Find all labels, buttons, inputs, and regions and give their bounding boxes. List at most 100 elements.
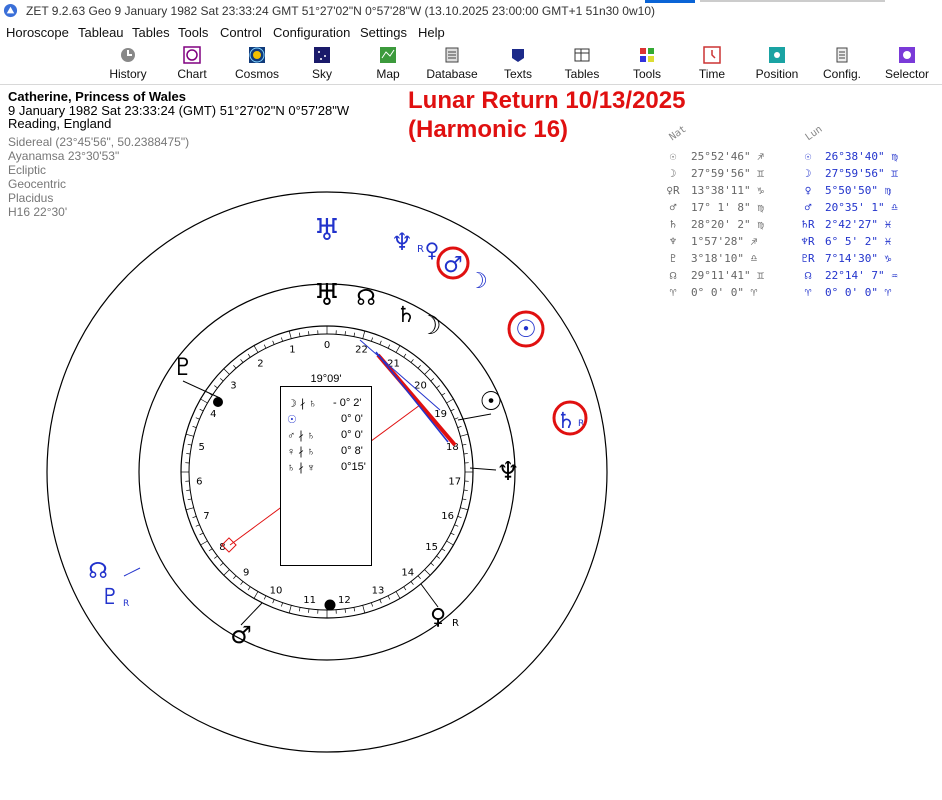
wheel-tick (272, 599, 275, 604)
wheel-tick (417, 575, 421, 579)
wheel-tick (223, 368, 230, 375)
wheel-tick (450, 408, 455, 412)
wheel-tick (308, 608, 310, 613)
wheel-number: 5 (198, 442, 204, 453)
wheel-tick (436, 385, 440, 389)
wheel-tick (199, 532, 204, 536)
wheel-tick (186, 453, 191, 455)
wheel-number: 10 (270, 585, 283, 596)
wheel-tick (395, 345, 401, 353)
ic-marker (324, 599, 336, 611)
wheel-number: 15 (425, 542, 438, 553)
wheel-tick (395, 591, 401, 599)
wheel-tick (192, 516, 197, 518)
wheel-tick (208, 548, 213, 552)
wheel-number: 20 (414, 381, 427, 392)
pluto-connector (182, 380, 221, 399)
venus-connector (420, 583, 439, 608)
wheel-tick (387, 595, 391, 600)
neptune-transit-glyph: ♆ (391, 228, 413, 256)
wheel-tick (223, 569, 230, 576)
aspect-row: ☉ 0° 0' (287, 413, 363, 426)
aspect-degree: 19°09' (310, 373, 342, 385)
aspect-line-blue-2 (359, 339, 441, 411)
wheel-tick (441, 548, 446, 552)
wheel-tick (263, 344, 267, 349)
wheel-tick (298, 332, 301, 337)
wheel-tick (403, 586, 407, 591)
uranus-transit-glyph: ♅ (314, 213, 341, 248)
wheel-tick (240, 359, 244, 363)
wheel-tick (214, 555, 218, 559)
wheel-number: 17 (448, 477, 461, 488)
wheel-tick (436, 555, 440, 559)
wheel-tick (362, 605, 366, 614)
wheel-tick (281, 337, 283, 342)
wheel-number: 4 (210, 409, 216, 420)
wheel-tick (353, 332, 356, 337)
chart-wheel[interactable]: 1234567891011 12131415161718192021220 ♅ ♅… (0, 0, 942, 800)
aspect-row: ♀ ∤ ♄ 0° 8' (287, 445, 363, 458)
pluto-transit-retro: R (123, 599, 129, 609)
wheel-tick (379, 599, 382, 604)
wheel-number: 0 (324, 340, 330, 351)
aspect-row: ♄ ∤ ♆ 0°15' (287, 461, 366, 474)
wheel-tick (187, 498, 192, 501)
wheel-tick (424, 368, 431, 375)
saturn-natal-glyph: ♄ (396, 303, 416, 328)
wheel-number: 2 (257, 359, 263, 370)
sun-transit-glyph: ☉ (515, 315, 537, 343)
moon-natal-glyph: ☽ (418, 311, 441, 341)
wheel-tick (441, 392, 446, 396)
wheel-tick (379, 340, 382, 345)
wheel-tick (353, 607, 356, 612)
neptune-natal-glyph: ♆ (496, 457, 519, 487)
wheel-tick (457, 426, 462, 428)
wheel-tick (308, 331, 310, 336)
wheel-number: 22 (355, 345, 368, 356)
wheel-tick (281, 602, 283, 607)
mars-natal-glyph: ♂ (230, 621, 252, 649)
wheel-tick (199, 408, 204, 412)
wheel-tick (200, 540, 208, 546)
wheel-number: 13 (372, 585, 385, 596)
wheel-number: 19 (434, 409, 447, 420)
venus-transit-glyph: ♀ (425, 238, 440, 262)
sun-natal-glyph: ☉ (479, 387, 502, 417)
wheel-tick (462, 498, 467, 501)
wheel-tick (462, 443, 467, 446)
wheel-tick (187, 443, 192, 446)
aspect-line-blue (375, 351, 449, 443)
moon-transit-glyph: ☽ (468, 269, 488, 294)
wheel-tick (233, 575, 237, 579)
wheel-tick (253, 591, 259, 599)
aspect-row: ♂ ∤ ♄ 0° 0' (287, 429, 363, 442)
wheel-tick (410, 581, 414, 585)
wheel-tick (460, 507, 469, 511)
wheel-tick (195, 417, 200, 420)
wheel-tick (371, 602, 373, 607)
pluto-transit-glyph: ♇ (100, 585, 120, 610)
sun-connector (457, 413, 492, 421)
wheel-number: 7 (203, 511, 209, 522)
wheel-tick (344, 331, 346, 336)
wheel-tick (253, 345, 259, 353)
wheel-number: 14 (401, 567, 414, 578)
wheel-tick (186, 489, 191, 491)
wheel-number: 12 (338, 595, 351, 606)
wheel-tick (446, 540, 454, 546)
wheel-tick (200, 398, 208, 404)
wheel-tick (272, 340, 275, 345)
wheel-tick (460, 433, 469, 437)
wheel-tick (417, 365, 421, 369)
wheel-tick (220, 562, 224, 566)
wheel-tick (214, 385, 218, 389)
wheel-tick (450, 532, 455, 536)
aspect-box: 19°09' ☽ ∤ ♄ - 0° 2' ☉ 0° 0' ♂ ∤ ♄ 0° 0'… (280, 373, 372, 566)
transit-node-connector (123, 567, 141, 577)
mars-transit-glyph: ♂ (443, 253, 463, 278)
wheel-tick (220, 378, 224, 382)
wheel-tick (288, 330, 292, 339)
natal-point-marker (213, 397, 223, 407)
wheel-tick (463, 489, 468, 491)
